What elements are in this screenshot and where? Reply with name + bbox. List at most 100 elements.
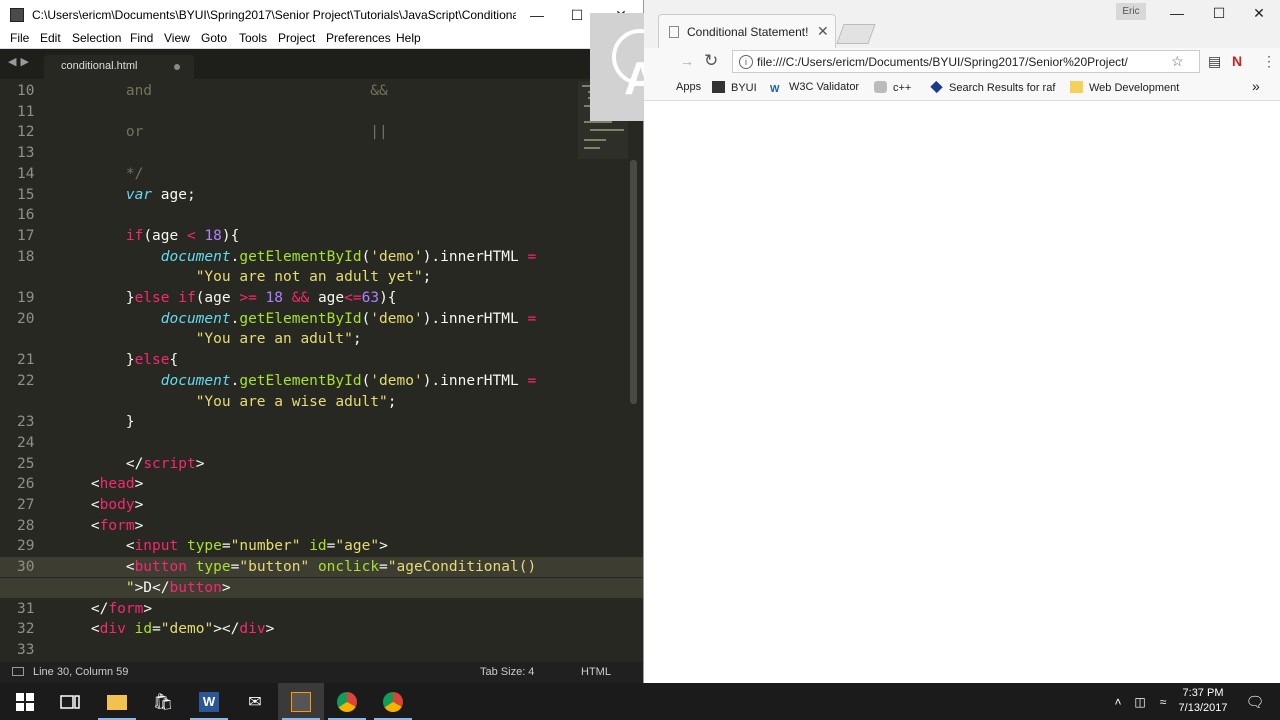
code-line[interactable]: 33: [0, 640, 643, 660]
file-explorer-icon[interactable]: [104, 689, 130, 715]
menu-find[interactable]: Find: [130, 31, 153, 45]
code-line[interactable]: 20 document.getElementById('demo').inner…: [0, 309, 643, 329]
extension-reader-icon[interactable]: ▤: [1208, 53, 1221, 70]
reload-icon[interactable]: ↻: [704, 51, 718, 71]
line-number: 23: [17, 414, 35, 431]
chrome-minimize-icon[interactable]: —: [1162, 2, 1192, 24]
code-text: }: [56, 412, 135, 432]
new-tab-button[interactable]: [836, 24, 876, 44]
maximize-icon[interactable]: ☐: [562, 4, 592, 26]
bookmark-cpp[interactable]: c++: [874, 81, 911, 94]
code-line[interactable]: 13: [0, 143, 643, 163]
code-token: button: [134, 559, 187, 576]
code-line[interactable]: 18 document.getElementById('demo').inner…: [0, 247, 643, 267]
notification-icon[interactable]: 🗨: [1242, 689, 1268, 715]
code-line[interactable]: 17 if(age < 18){: [0, 226, 643, 246]
bookmark-apps[interactable]: Apps: [676, 81, 701, 93]
forward-icon[interactable]: →: [680, 53, 694, 69]
line-number: 19: [17, 290, 35, 306]
sublime-titlebar: C:\Users\ericm\Documents\BYUI\Spring2017…: [0, 0, 643, 29]
chrome-close-icon[interactable]: ✕: [1244, 2, 1274, 24]
code-line[interactable]: 16: [0, 205, 643, 225]
minimize-icon[interactable]: —: [522, 4, 552, 26]
menu-tools[interactable]: Tools: [239, 31, 267, 45]
code-line[interactable]: "You are not an adult yet";: [0, 267, 643, 287]
sublime-taskbar-icon[interactable]: [288, 689, 314, 715]
tab-close-icon[interactable]: ✕: [817, 23, 829, 40]
chrome-taskbar-icon-2[interactable]: [380, 689, 406, 715]
start-windows-icon[interactable]: [12, 689, 38, 715]
code-token: ;: [422, 269, 432, 286]
word-icon[interactable]: W: [196, 689, 222, 715]
bookmark-byui[interactable]: BYUI: [712, 81, 757, 94]
code-line[interactable]: 30 <button type="button" onclick="ageCon…: [0, 557, 643, 578]
code-line[interactable]: 19 }else if(age >= 18 && age<=63){: [0, 288, 643, 308]
extension-n-icon[interactable]: N: [1232, 53, 1242, 69]
bookmark-w3c[interactable]: W W3C Validator: [770, 81, 859, 96]
code-line[interactable]: 12 or ||: [0, 122, 643, 142]
code-token: =: [527, 248, 537, 265]
tab-nav-arrows-icon[interactable]: ◀▶: [8, 55, 33, 68]
syntax-mode[interactable]: HTML: [581, 666, 611, 678]
code-line[interactable]: 14 */: [0, 164, 643, 184]
bookmark-search-results[interactable]: Search Results for raf: [930, 80, 1055, 94]
menu-dots-icon[interactable]: ⋮: [1262, 53, 1276, 70]
menu-file[interactable]: File: [10, 31, 29, 45]
code-line[interactable]: 26 <head>: [0, 474, 643, 494]
code-line[interactable]: 22 document.getElementById('demo').inner…: [0, 371, 643, 391]
mail-icon[interactable]: ✉: [242, 689, 268, 715]
code-token: "number": [230, 538, 301, 555]
chrome-maximize-icon[interactable]: ☐: [1204, 2, 1234, 24]
code-text: document.getElementById('demo').innerHTM…: [56, 371, 536, 391]
menu-edit[interactable]: Edit: [40, 31, 61, 45]
more-bookmarks-icon[interactable]: »: [1252, 78, 1260, 94]
menu-view[interactable]: View: [164, 31, 190, 45]
clock[interactable]: 7:37 PM 7/13/2017: [1168, 686, 1238, 716]
unsaved-dot-icon[interactable]: [174, 64, 180, 70]
info-icon[interactable]: i: [739, 55, 753, 69]
code-token: >: [221, 579, 231, 596]
menu-project[interactable]: Project: [278, 31, 315, 45]
bookmark-star-icon[interactable]: ☆: [1171, 53, 1184, 70]
code-line[interactable]: 28 <form>: [0, 516, 643, 536]
code-line[interactable]: 23 }: [0, 412, 643, 432]
code-line[interactable]: 25 </script>: [0, 454, 643, 474]
code-line[interactable]: 31 </form>: [0, 599, 643, 619]
chrome-taskbar-icon[interactable]: [334, 689, 360, 715]
code-line[interactable]: 21 }else{: [0, 350, 643, 370]
chrome-tab[interactable]: Conditional Statement! ✕: [658, 14, 836, 49]
menu-preferences[interactable]: Preferences: [326, 31, 391, 45]
code-line[interactable]: "You are an adult";: [0, 329, 643, 349]
code-line[interactable]: "You are a wise adult";: [0, 392, 643, 412]
code-token: 'demo': [370, 248, 423, 265]
code-line[interactable]: 29 <input type="number" id="age">: [0, 536, 643, 556]
code-line[interactable]: 27 <body>: [0, 495, 643, 515]
code-text: <head>: [56, 474, 143, 494]
code-token: </: [56, 600, 109, 617]
store-icon[interactable]: 🛍: [150, 689, 176, 715]
code-line[interactable]: 10 and &&: [0, 81, 643, 101]
line-number: 13: [17, 145, 35, 162]
vertical-scrollbar[interactable]: [630, 160, 637, 404]
code-line[interactable]: 15 var age;: [0, 185, 643, 205]
profile-button[interactable]: Eric: [1116, 3, 1146, 20]
code-line[interactable]: 24: [0, 433, 643, 453]
menu-help[interactable]: Help: [396, 31, 421, 45]
task-view-icon[interactable]: [57, 689, 83, 715]
code-line[interactable]: 32 <div id="demo"></div>: [0, 619, 643, 639]
menu-goto[interactable]: Goto: [201, 31, 227, 45]
panel-toggle-icon[interactable]: [12, 667, 24, 676]
chrome-toolbar: → ↻ i file:///C:/Users/ericm/Documents/B…: [644, 48, 1280, 76]
bookmark-web-development[interactable]: Web Development: [1070, 81, 1179, 94]
tab-conditional-html[interactable]: conditional.html: [44, 55, 194, 79]
code-line[interactable]: 11: [0, 102, 643, 122]
code-token: */: [56, 165, 144, 182]
menu-selection[interactable]: Selection: [72, 31, 121, 45]
code-line[interactable]: ">D</button>: [0, 577, 643, 598]
address-bar[interactable]: i file:///C:/Users/ericm/Documents/BYUI/…: [732, 50, 1200, 73]
code-text: "You are not an adult yet";: [56, 267, 432, 287]
tab-size[interactable]: Tab Size: 4: [480, 666, 534, 678]
